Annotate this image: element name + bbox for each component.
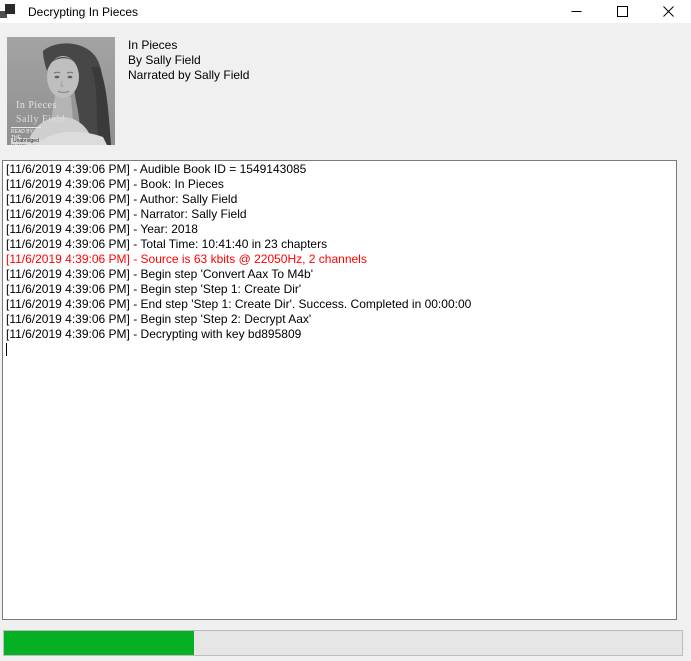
log-line: [11/6/2019 4:39:06 PM] - Decrypting with… [6, 327, 674, 342]
log-line: [11/6/2019 4:39:06 PM] - Audible Book ID… [6, 162, 674, 177]
close-icon [663, 6, 674, 17]
cover-title-text: In Pieces [16, 100, 57, 111]
log-line: [11/6/2019 4:39:06 PM] - Source is 63 kb… [6, 252, 674, 267]
log-output[interactable]: [11/6/2019 4:39:06 PM] - Audible Book ID… [2, 160, 677, 620]
log-line: [11/6/2019 4:39:06 PM] - End step 'Step … [6, 297, 674, 312]
log-line: [11/6/2019 4:39:06 PM] - Book: In Pieces [6, 177, 674, 192]
cover-edition-badge: Unabridged [11, 138, 41, 144]
titlebar[interactable]: Decrypting In Pieces [0, 0, 691, 23]
log-line: [11/6/2019 4:39:06 PM] - Author: Sally F… [6, 192, 674, 207]
book-narrator: Narrated by Sally Field [128, 68, 249, 83]
cover-author-text: Sally Field [16, 114, 65, 125]
log-line: [11/6/2019 4:39:06 PM] - Total Time: 10:… [6, 237, 674, 252]
log-line: [11/6/2019 4:39:06 PM] - Year: 2018 [6, 222, 674, 237]
app-window: Decrypting In Pieces [0, 0, 691, 661]
minimize-icon [571, 6, 582, 17]
log-line: [11/6/2019 4:39:06 PM] - Narrator: Sally… [6, 207, 674, 222]
app-icon [0, 4, 18, 19]
window-title: Decrypting In Pieces [28, 5, 138, 19]
book-info: In Pieces By Sally Field Narrated by Sal… [128, 38, 249, 83]
log-line: [11/6/2019 4:39:06 PM] - Begin step 'Ste… [6, 312, 674, 327]
progress-fill [4, 631, 194, 655]
close-button[interactable] [645, 0, 691, 23]
progress-bar [3, 630, 683, 656]
log-line: [11/6/2019 4:39:06 PM] - Begin step 'Con… [6, 267, 674, 282]
book-cover-image: In Pieces Sally Field Read by the author… [7, 37, 115, 145]
maximize-button[interactable] [599, 0, 645, 23]
log-line: [11/6/2019 4:39:06 PM] - Begin step 'Ste… [6, 282, 674, 297]
text-caret [6, 343, 7, 356]
book-title: In Pieces [128, 38, 249, 53]
book-author: By Sally Field [128, 53, 249, 68]
minimize-button[interactable] [553, 0, 599, 23]
maximize-icon [617, 6, 628, 17]
caption-buttons [553, 0, 691, 23]
caret-line [6, 342, 674, 357]
